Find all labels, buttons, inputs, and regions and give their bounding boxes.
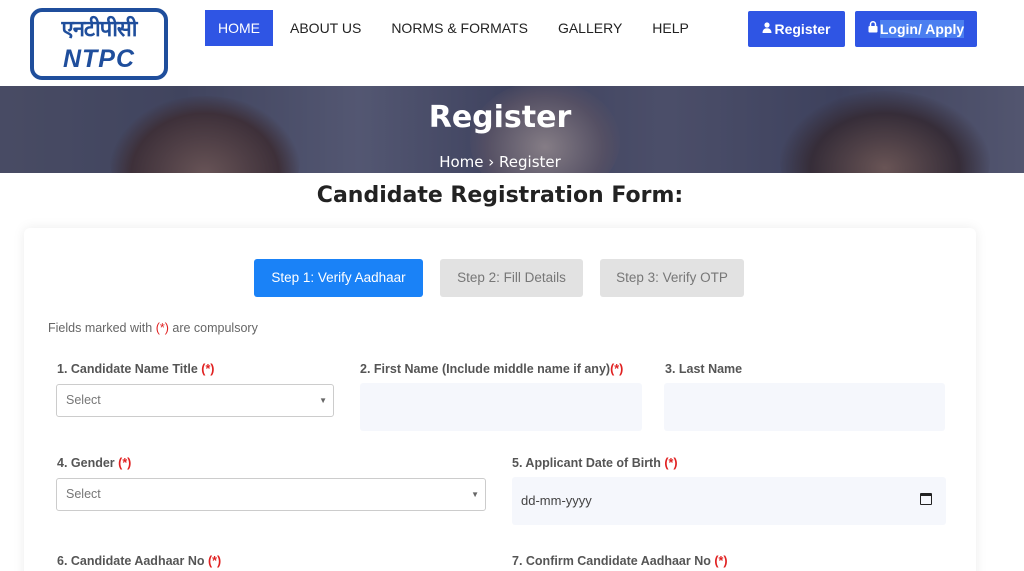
caret-down-icon: ▼	[319, 396, 327, 405]
note-prefix: Fields marked with	[48, 321, 153, 335]
register-label: Register	[774, 21, 831, 37]
required-mark: (*)	[714, 554, 728, 568]
dob-date-input[interactable]: dd-mm-yyyy	[512, 477, 946, 525]
gender-select-value: Select	[66, 487, 101, 501]
breadcrumb-separator: ›	[488, 153, 495, 171]
nav-help[interactable]: HELP	[639, 10, 702, 46]
required-mark: (*)	[118, 456, 132, 470]
calendar-icon[interactable]	[920, 493, 932, 505]
dob-label: 5. Applicant Date of Birth (*)	[512, 456, 678, 470]
compulsory-fields-note: Fields marked with (*) are compulsory	[48, 321, 258, 335]
required-mark: (*)	[610, 362, 624, 376]
lock-icon	[868, 12, 878, 48]
nav-home[interactable]: HOME	[205, 10, 273, 46]
last-name-label: 3. Last Name	[665, 362, 742, 376]
breadcrumb-current: Register	[499, 153, 561, 171]
required-mark: (*)	[664, 456, 678, 470]
last-name-label-text: 3. Last Name	[665, 362, 743, 376]
step-verify-otp-tab[interactable]: Step 3: Verify OTP	[600, 259, 744, 297]
first-name-label-text: 2. First Name (Include middle name if an…	[360, 362, 611, 376]
nav-about-us[interactable]: ABOUT US	[277, 10, 374, 46]
main-nav: HOME ABOUT US NORMS & FORMATS GALLERY HE…	[205, 10, 706, 46]
breadcrumb: Home › Register	[0, 153, 1000, 171]
required-mark: (*)	[201, 362, 215, 376]
name-title-select-value: Select	[66, 393, 101, 407]
required-mark: (*)	[207, 554, 222, 568]
login-apply-button[interactable]: Login/ Apply	[855, 11, 977, 47]
step-fill-details-tab[interactable]: Step 2: Fill Details	[440, 259, 583, 297]
confirm-aadhaar-label-text: 7. Confirm Candidate Aadhaar No	[512, 554, 711, 568]
register-button[interactable]: Register	[748, 11, 845, 47]
gender-label-text: 4. Gender	[57, 456, 115, 470]
user-icon	[762, 12, 772, 48]
page-title: Register	[428, 100, 572, 135]
note-suffix: are compulsory	[172, 321, 258, 335]
first-name-input[interactable]	[360, 383, 642, 431]
name-title-label-text: 1. Candidate Name Title	[57, 362, 198, 376]
note-required-mark: (*)	[155, 321, 169, 335]
name-title-select[interactable]: Select ▼	[56, 384, 334, 417]
nav-gallery[interactable]: GALLERY	[545, 10, 635, 46]
ntpc-logo[interactable]: एनटीपीसी NTPC	[30, 8, 168, 80]
logo-hindi-text: एनटीपीसी	[61, 17, 138, 42]
step-verify-aadhaar-tab[interactable]: Step 1: Verify Aadhaar	[254, 259, 423, 297]
name-title-label: 1. Candidate Name Title (*)	[57, 362, 214, 376]
nav-norms-formats[interactable]: NORMS & FORMATS	[378, 10, 541, 46]
first-name-label: 2. First Name (Include middle name if an…	[360, 362, 623, 376]
site-header: एनटीपीसी NTPC HOME ABOUT US NORMS & FORM…	[0, 0, 1024, 86]
confirm-aadhaar-label: 7. Confirm Candidate Aadhaar No (*)	[512, 554, 728, 568]
form-title: Candidate Registration Form:	[316, 183, 684, 208]
login-apply-label: Login/ Apply	[879, 20, 965, 38]
last-name-input[interactable]	[664, 383, 945, 431]
aadhaar-label: 6. Candidate Aadhaar No (*)	[57, 554, 221, 568]
gender-select[interactable]: Select ▼	[56, 478, 486, 511]
dob-label-text: 5. Applicant Date of Birth	[512, 456, 661, 470]
aadhaar-label-text: 6. Candidate Aadhaar No	[57, 554, 205, 568]
caret-down-icon: ▼	[471, 490, 479, 499]
logo-english-text: NTPC	[62, 45, 136, 73]
dob-placeholder: dd-mm-yyyy	[521, 493, 592, 508]
gender-label: 4. Gender (*)	[57, 456, 131, 470]
breadcrumb-home-link[interactable]: Home	[439, 153, 483, 171]
